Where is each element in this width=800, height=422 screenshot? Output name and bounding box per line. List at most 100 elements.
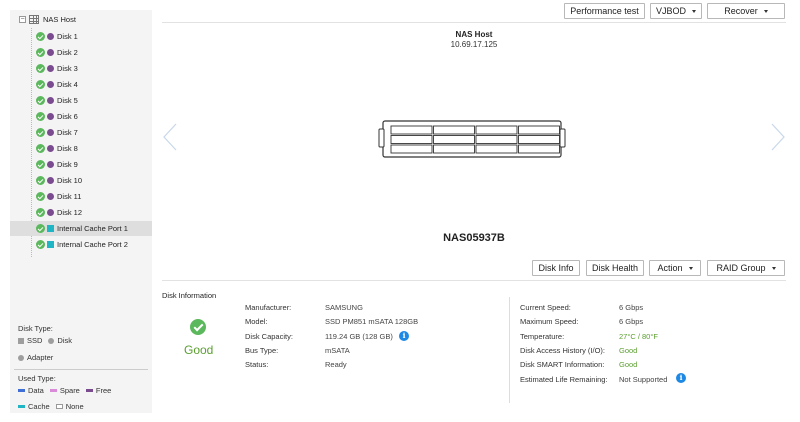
drive-bay[interactable] — [475, 144, 518, 154]
info-label: Disk Access History (I/O): — [520, 345, 606, 355]
enclosure-ear-left — [378, 128, 385, 148]
drive-bay[interactable] — [433, 144, 475, 154]
disk-info-label: Disk Info — [538, 263, 574, 273]
legend-ssd-label: SSD — [27, 336, 43, 345]
disk-type-dot-icon — [47, 145, 54, 152]
raid-group-dropdown[interactable]: RAID Group — [707, 260, 785, 276]
used-type-legend-row-2: Cache None — [18, 402, 90, 411]
status-ok-check-icon — [36, 112, 45, 121]
info-value: SAMSUNG — [325, 303, 363, 312]
vjbod-label: VJBOD — [655, 6, 686, 16]
tree-item-disk[interactable]: Disk 6 — [10, 109, 152, 124]
tree-item-label: Disk 3 — [57, 64, 78, 73]
action-dropdown[interactable]: Action — [649, 260, 701, 276]
tree-item-disk[interactable]: Disk 8 — [10, 141, 152, 156]
info-value: 27°C / 80°F — [619, 331, 658, 341]
status-ok-check-icon — [36, 176, 45, 185]
adapter-dot-icon — [18, 354, 24, 361]
drive-bay[interactable] — [475, 135, 518, 144]
tree-root-label: NAS Host — [43, 15, 76, 24]
legend-none-label: None — [65, 402, 84, 411]
info-value: 119.24 GB (128 GB) — [325, 331, 393, 341]
enclosure-model-name: NAS05937B — [443, 232, 505, 244]
disk-type-legend-row: SSD Disk — [18, 336, 78, 345]
status-ok-check-icon — [36, 48, 45, 57]
drive-bay[interactable] — [433, 135, 475, 144]
drive-bay[interactable] — [390, 125, 433, 135]
legend-data-label: Data — [28, 386, 44, 395]
life-remaining-info-icon[interactable]: i — [676, 373, 686, 383]
chevron-down-icon — [771, 266, 776, 270]
tree-item-disk[interactable]: Disk 7 — [10, 125, 152, 140]
tree-item-cache-port[interactable]: Internal Cache Port 1 — [10, 221, 152, 236]
tree-item-disk[interactable]: Disk 1 — [10, 29, 152, 44]
info-label: Model: — [245, 317, 268, 327]
vjbod-dropdown[interactable]: VJBOD — [650, 3, 702, 19]
tree-item-disk[interactable]: Disk 11 — [10, 189, 152, 204]
drive-bay[interactable] — [518, 125, 560, 135]
capacity-info-icon[interactable]: i — [399, 331, 409, 341]
raid-group-label: RAID Group — [716, 263, 766, 273]
enclosure-ear-right — [559, 128, 566, 148]
tree-item-disk[interactable]: Disk 4 — [10, 77, 152, 92]
actions-divider — [162, 280, 786, 281]
disk-type-dot-icon — [47, 33, 54, 40]
status-ok-check-icon — [36, 64, 45, 73]
status-ok-check-icon — [36, 192, 45, 201]
status-ok-check-icon — [36, 96, 45, 105]
legend-adapter: Adapter — [18, 353, 53, 362]
disk-tree-panel: − NAS Host Disk 1 Disk 2 Disk 3 Disk 4 Disk … — [10, 10, 152, 413]
disk-info-button[interactable]: Disk Info — [532, 260, 580, 276]
disk-status-text: Good — [184, 343, 214, 357]
collapse-toggle-icon[interactable]: − — [19, 16, 26, 23]
free-color-icon — [85, 389, 93, 392]
info-value: 6 Gbps — [619, 303, 644, 312]
tree-item-label: Disk 11 — [57, 192, 82, 201]
status-ok-check-icon — [36, 208, 45, 217]
none-color-icon — [55, 404, 63, 409]
info-label: Bus Type: — [245, 345, 279, 355]
previous-arrow-icon[interactable] — [162, 123, 178, 151]
tree-item-disk[interactable]: Disk 10 — [10, 173, 152, 188]
tree-item-disk[interactable]: Disk 3 — [10, 61, 152, 76]
info-label: Manufacturer: — [245, 303, 292, 312]
drive-bay[interactable] — [433, 125, 475, 135]
cache-square-icon — [47, 225, 54, 232]
tree-item-label: Disk 2 — [57, 48, 78, 57]
legend-cache-label: Cache — [28, 402, 50, 411]
recover-dropdown[interactable]: Recover — [707, 3, 785, 19]
disk-type-dot-icon — [47, 65, 54, 72]
disk-type-legend-title: Disk Type: — [18, 324, 53, 333]
drive-bay[interactable] — [475, 125, 518, 135]
tree-root-nas-host[interactable]: − NAS Host — [10, 12, 152, 27]
tree-item-disk[interactable]: Disk 2 — [10, 45, 152, 60]
next-arrow-icon[interactable] — [770, 123, 786, 151]
drive-bay[interactable] — [518, 135, 560, 144]
tree-item-disk[interactable]: Disk 5 — [10, 93, 152, 108]
drive-bay[interactable] — [390, 135, 433, 144]
used-type-legend-title: Used Type: — [18, 374, 56, 383]
spare-color-icon — [49, 389, 57, 392]
drive-bay[interactable] — [390, 144, 433, 154]
status-ok-check-icon — [36, 128, 45, 137]
status-ok-check-icon — [36, 160, 45, 169]
performance-test-label: Performance test — [570, 6, 639, 16]
disk-type-dot-icon — [47, 97, 54, 104]
status-good-check-icon — [190, 319, 206, 335]
legend-disk-label: Disk — [57, 336, 73, 345]
disk-type-dot-icon — [47, 209, 54, 216]
legend-cache: Cache — [18, 402, 50, 411]
info-value: Not Supported — [619, 374, 668, 384]
tree-item-disk[interactable]: Disk 12 — [10, 205, 152, 220]
tree-item-cache-port[interactable]: Internal Cache Port 2 — [10, 237, 152, 252]
drive-bay[interactable] — [518, 144, 560, 154]
info-column-divider — [509, 297, 510, 403]
disk-health-button[interactable]: Disk Health — [586, 260, 644, 276]
tree-item-disk[interactable]: Disk 9 — [10, 157, 152, 172]
info-label: Status: — [245, 360, 269, 370]
info-label: Maximum Speed: — [520, 317, 579, 327]
performance-test-button[interactable]: Performance test — [564, 3, 645, 19]
storage-manager-window: − NAS Host Disk 1 Disk 2 Disk 3 Disk 4 Disk … — [0, 0, 800, 422]
action-label: Action — [657, 263, 683, 273]
info-label: Estimated Life Remaining: — [520, 374, 608, 384]
